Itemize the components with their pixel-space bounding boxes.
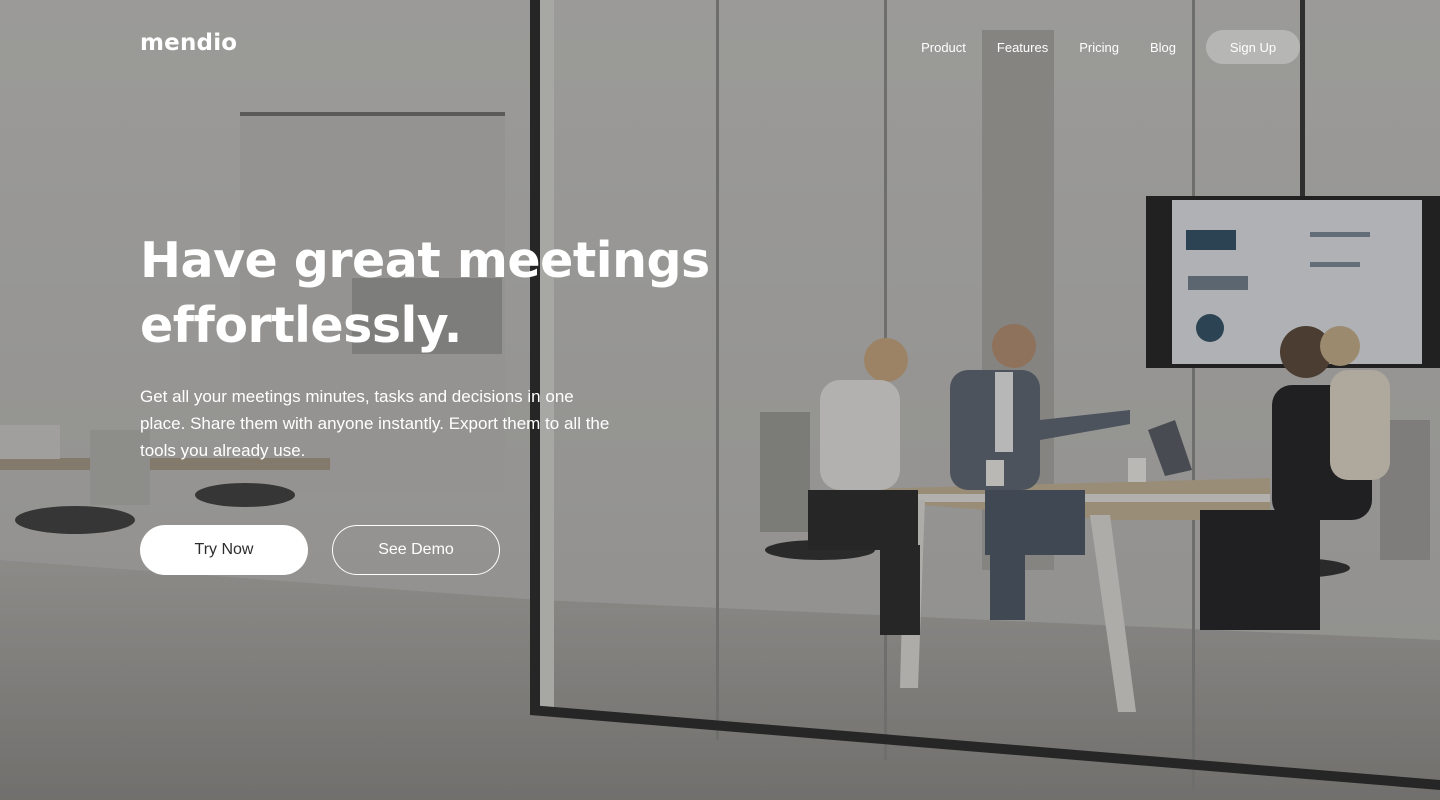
headline-line-2: effortlessly. [140, 297, 462, 354]
hero-headline: Have great meetings effortlessly. [140, 228, 760, 358]
sign-up-button[interactable]: Sign Up [1206, 30, 1300, 64]
nav-link-product[interactable]: Product [921, 40, 966, 55]
hero-section: mendio Product Features Pricing Blog Sig… [0, 0, 1440, 800]
see-demo-button[interactable]: See Demo [332, 525, 500, 575]
nav-links: Product Features Pricing Blog Sign Up [921, 30, 1300, 64]
headline-line-1: Have great meetings [140, 232, 710, 289]
hero-subtext: Get all your meetings minutes, tasks and… [140, 387, 610, 460]
nav-link-features[interactable]: Features [997, 40, 1048, 55]
top-navigation: mendio Product Features Pricing Blog Sig… [0, 0, 1440, 94]
brand-logo[interactable]: mendio [140, 30, 237, 56]
nav-link-blog[interactable]: Blog [1150, 40, 1176, 55]
try-now-button[interactable]: Try Now [140, 525, 308, 575]
nav-link-pricing[interactable]: Pricing [1079, 40, 1119, 55]
cta-buttons: Try Now See Demo [140, 525, 500, 575]
